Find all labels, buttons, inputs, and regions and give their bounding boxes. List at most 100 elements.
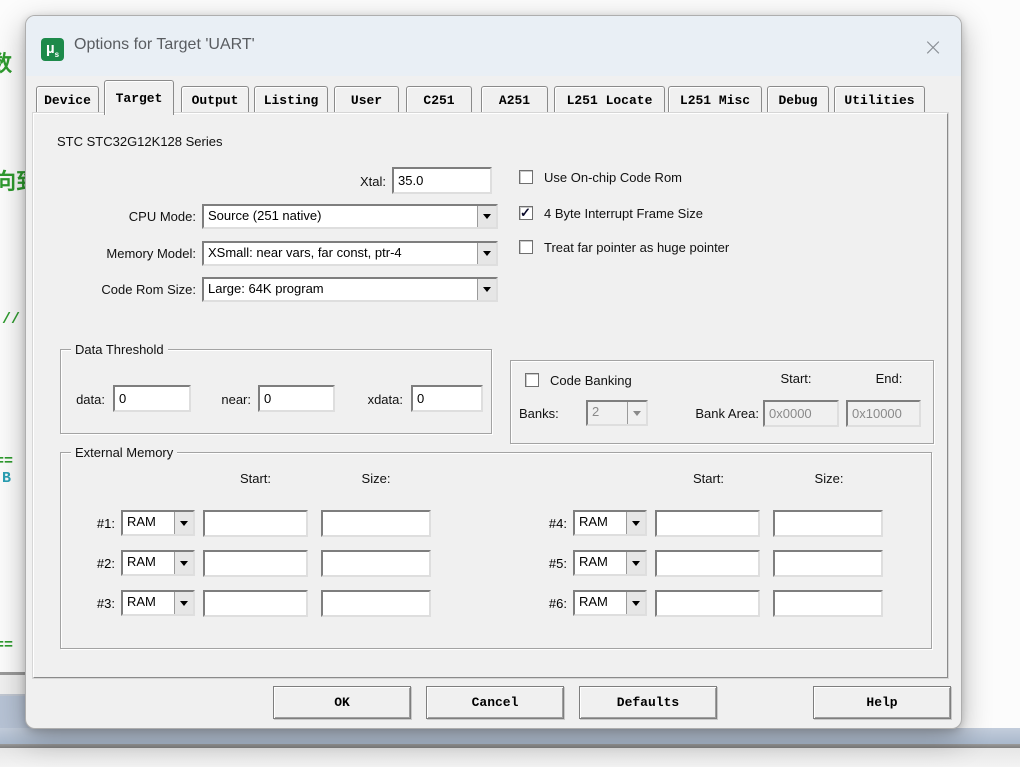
memory-model-select[interactable]: XSmall: near vars, far const, ptr-4 bbox=[202, 241, 498, 266]
data-threshold-near-input[interactable] bbox=[258, 385, 335, 412]
ext-row6-type-select[interactable]: RAM bbox=[573, 590, 647, 616]
cpu-mode-label: CPU Mode: bbox=[46, 209, 196, 224]
tab-device[interactable]: Device bbox=[36, 86, 99, 114]
four-byte-interrupt-frame-checkbox[interactable] bbox=[519, 206, 533, 220]
ext-memory-row-4: #4: RAM bbox=[537, 509, 897, 537]
ext-row1-size-input[interactable] bbox=[321, 510, 431, 537]
dialog-titlebar: µs Options for Target 'UART' × bbox=[26, 16, 961, 76]
code-banking-checkbox[interactable] bbox=[525, 373, 539, 387]
data-label: data: bbox=[63, 392, 105, 407]
chevron-down-icon bbox=[626, 592, 645, 614]
ext-row2-start-input[interactable] bbox=[203, 550, 308, 577]
ok-button[interactable]: OK bbox=[273, 686, 411, 719]
external-memory-title: External Memory bbox=[71, 445, 177, 460]
ext-row4-type-select[interactable]: RAM bbox=[573, 510, 647, 536]
ext-row-type-value: RAM bbox=[123, 552, 174, 574]
tab-c251[interactable]: C251 bbox=[406, 86, 472, 114]
ext-row5-type-select[interactable]: RAM bbox=[573, 550, 647, 576]
ext-row6-size-input[interactable] bbox=[773, 590, 883, 617]
ext-row3-type-select[interactable]: RAM bbox=[121, 590, 195, 616]
target-tab-panel: STC STC32G12K128 Series Xtal: CPU Mode: … bbox=[33, 113, 948, 678]
cancel-button[interactable]: Cancel bbox=[426, 686, 564, 719]
ext-row2-size-input[interactable] bbox=[321, 550, 431, 577]
ext-row6-start-input[interactable] bbox=[655, 590, 760, 617]
chevron-down-icon bbox=[477, 279, 496, 300]
code-rom-size-value: Large: 64K program bbox=[204, 279, 477, 300]
ext-memory-row-6: #6: RAM bbox=[537, 589, 897, 617]
chevron-down-icon bbox=[174, 592, 193, 614]
ext-row3-start-input[interactable] bbox=[203, 590, 308, 617]
chevron-down-icon bbox=[174, 552, 193, 574]
tab-target[interactable]: Target bbox=[104, 80, 174, 115]
bank-end-label: End: bbox=[861, 371, 917, 386]
ext-row4-start-input[interactable] bbox=[655, 510, 760, 537]
tab-user[interactable]: User bbox=[334, 86, 399, 114]
code-rom-size-label: Code Rom Size: bbox=[46, 282, 196, 297]
chevron-down-icon bbox=[626, 552, 645, 574]
xtal-input[interactable] bbox=[392, 167, 492, 194]
ext-row-label: #1: bbox=[85, 516, 115, 531]
treat-far-pointer-checkbox[interactable] bbox=[519, 240, 533, 254]
use-onchip-code-rom-label: Use On-chip Code Rom bbox=[544, 170, 682, 185]
memory-model-value: XSmall: near vars, far const, ptr-4 bbox=[204, 243, 477, 264]
ext-size-label-right: Size: bbox=[774, 471, 884, 486]
chevron-down-icon bbox=[626, 512, 645, 534]
tab-output[interactable]: Output bbox=[181, 86, 249, 114]
bank-area-start-input bbox=[763, 400, 839, 427]
treat-far-pointer-label: Treat far pointer as huge pointer bbox=[544, 240, 729, 255]
bank-area-end-input bbox=[846, 400, 921, 427]
code-fragment: 数 bbox=[0, 46, 12, 78]
ext-row5-start-input[interactable] bbox=[655, 550, 760, 577]
ext-row-type-value: RAM bbox=[123, 592, 174, 614]
code-banking-label: Code Banking bbox=[550, 373, 632, 388]
ext-memory-row-3: #3: RAM bbox=[85, 589, 445, 617]
ext-memory-row-5: #5: RAM bbox=[537, 549, 897, 577]
ext-start-label-left: Start: bbox=[203, 471, 308, 486]
chevron-down-icon bbox=[627, 402, 646, 424]
cpu-mode-select[interactable]: Source (251 native) bbox=[202, 204, 498, 229]
tab-utilities[interactable]: Utilities bbox=[834, 86, 925, 114]
banks-label: Banks: bbox=[519, 406, 559, 421]
ext-row3-size-input[interactable] bbox=[321, 590, 431, 617]
use-onchip-code-rom-checkbox[interactable] bbox=[519, 170, 533, 184]
ext-memory-row-1: #1: RAM bbox=[85, 509, 445, 537]
ext-row1-type-select[interactable]: RAM bbox=[121, 510, 195, 536]
ext-row4-size-input[interactable] bbox=[773, 510, 883, 537]
bank-area-label: Bank Area: bbox=[669, 406, 759, 421]
defaults-button[interactable]: Defaults bbox=[579, 686, 717, 719]
code-banking-group: Code Banking Start: End: Banks: 2 Bank A… bbox=[510, 360, 934, 444]
banks-select: 2 bbox=[586, 400, 648, 426]
tab-l251-locate[interactable]: L251 Locate bbox=[554, 86, 665, 114]
ext-row-label: #3: bbox=[85, 596, 115, 611]
tab-debug[interactable]: Debug bbox=[767, 86, 829, 114]
options-for-target-dialog: µs Options for Target 'UART' × Device Ta… bbox=[25, 15, 962, 729]
chevron-down-icon bbox=[174, 512, 193, 534]
background-band-bottom bbox=[0, 728, 1020, 744]
ext-row-type-value: RAM bbox=[575, 592, 626, 614]
tab-l251-misc[interactable]: L251 Misc bbox=[668, 86, 762, 114]
device-series-label: STC STC32G12K128 Series bbox=[57, 134, 222, 149]
background-taskarea bbox=[0, 748, 1020, 767]
ext-row-label: #2: bbox=[85, 556, 115, 571]
ext-row5-size-input[interactable] bbox=[773, 550, 883, 577]
four-byte-interrupt-frame-label: 4 Byte Interrupt Frame Size bbox=[544, 206, 703, 221]
chevron-down-icon bbox=[477, 243, 496, 264]
code-fragment: B bbox=[2, 470, 11, 487]
cpu-mode-value: Source (251 native) bbox=[204, 206, 477, 227]
tab-a251[interactable]: A251 bbox=[481, 86, 548, 114]
near-label: near: bbox=[207, 392, 251, 407]
close-icon[interactable]: × bbox=[917, 32, 949, 64]
ext-row1-start-input[interactable] bbox=[203, 510, 308, 537]
banks-value: 2 bbox=[588, 402, 627, 424]
xtal-label: Xtal: bbox=[284, 174, 386, 189]
uvision-app-icon: µs bbox=[41, 38, 64, 61]
code-rom-size-select[interactable]: Large: 64K program bbox=[202, 277, 498, 302]
data-threshold-xdata-input[interactable] bbox=[411, 385, 483, 412]
bank-start-label: Start: bbox=[766, 371, 826, 386]
data-threshold-data-input[interactable] bbox=[113, 385, 191, 412]
tab-listing[interactable]: Listing bbox=[254, 86, 328, 114]
dialog-title: Options for Target 'UART' bbox=[74, 36, 255, 54]
ext-size-label-left: Size: bbox=[321, 471, 431, 486]
ext-row2-type-select[interactable]: RAM bbox=[121, 550, 195, 576]
help-button[interactable]: Help bbox=[813, 686, 951, 719]
